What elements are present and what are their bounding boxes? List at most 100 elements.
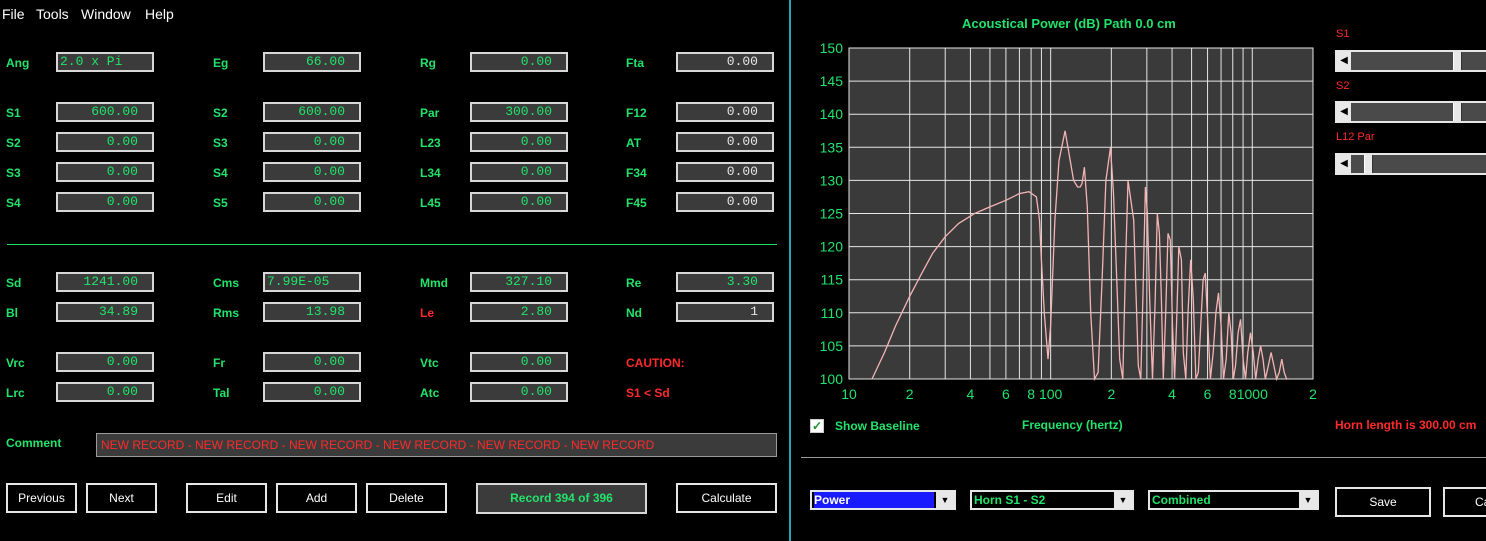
y-tick-label: 130 xyxy=(820,172,844,188)
field-re[interactable]: 3.30 xyxy=(676,272,774,292)
field-lrc[interactable]: 0.00 xyxy=(56,382,154,402)
slider-s1[interactable]: ◀ xyxy=(1335,50,1486,72)
slider-label-l12-par: L12 Par xyxy=(1336,131,1375,143)
chevron-down-icon[interactable]: ▼ xyxy=(1299,492,1317,508)
x-tick-label: 2 xyxy=(1107,386,1115,402)
label-at: AT xyxy=(626,136,642,150)
dropdown-horn[interactable]: Horn S1 - S2 ▼ xyxy=(970,490,1134,510)
label-s3-col2: S3 xyxy=(213,136,228,150)
save-button[interactable]: Save xyxy=(1335,487,1431,517)
field-s1[interactable]: 600.00 xyxy=(56,102,154,122)
slider-s2[interactable]: ◀ xyxy=(1335,101,1486,123)
delete-button[interactable]: Delete xyxy=(366,483,447,513)
x-tick-label: 100 xyxy=(1039,386,1063,402)
label-vrc: Vrc xyxy=(6,356,25,370)
chevron-down-icon[interactable]: ▼ xyxy=(936,492,954,508)
x-axis-label: Frequency (hertz) xyxy=(1022,418,1123,432)
cancel-button[interactable]: Ca xyxy=(1443,487,1486,517)
field-rms[interactable]: 13.98 xyxy=(263,302,361,322)
label-fta: Fta xyxy=(626,56,644,70)
label-eg: Eg xyxy=(213,56,229,70)
slider-thumb[interactable] xyxy=(1453,103,1463,121)
field-bl[interactable]: 34.89 xyxy=(56,302,154,322)
previous-button[interactable]: Previous xyxy=(6,483,77,513)
dropdown-combined[interactable]: Combined ▼ xyxy=(1148,490,1319,510)
chevron-down-icon[interactable]: ▼ xyxy=(1114,492,1132,508)
show-baseline-checkbox[interactable]: ✓ xyxy=(810,419,824,433)
label-comment: Comment xyxy=(6,436,62,450)
field-par[interactable]: 300.00 xyxy=(470,102,568,122)
field-s4[interactable]: 0.00 xyxy=(56,192,154,212)
field-mmd[interactable]: 327.10 xyxy=(470,272,568,292)
label-mmd: Mmd xyxy=(420,276,448,290)
slider-left-arrow-icon[interactable]: ◀ xyxy=(1337,103,1351,121)
y-tick-label: 120 xyxy=(820,239,844,255)
field-vtc[interactable]: 0.00 xyxy=(470,352,568,372)
label-par: Par xyxy=(420,106,440,120)
field-vrc[interactable]: 0.00 xyxy=(56,352,154,372)
slider-left-arrow-icon[interactable]: ◀ xyxy=(1337,52,1351,70)
label-tal: Tal xyxy=(213,386,230,400)
field-s2-col2[interactable]: 600.00 xyxy=(263,102,361,122)
slider-l12-par[interactable]: ◀ xyxy=(1335,153,1486,175)
menu-file[interactable]: File xyxy=(2,6,25,22)
label-f45: F45 xyxy=(626,196,647,210)
label-le: Le xyxy=(420,306,435,320)
field-at[interactable]: 0.00 xyxy=(676,132,774,152)
field-tal[interactable]: 0.00 xyxy=(263,382,361,402)
field-s2[interactable]: 0.00 xyxy=(56,132,154,152)
next-button[interactable]: Next xyxy=(86,483,157,513)
field-ang[interactable]: 2.0 x Pi xyxy=(56,52,154,72)
x-tick-label: 8 xyxy=(1027,386,1035,402)
label-s1: S1 xyxy=(6,106,21,120)
slider-thumb[interactable] xyxy=(1453,52,1463,70)
x-tick-label: 4 xyxy=(967,386,975,402)
field-fta[interactable]: 0.00 xyxy=(676,52,774,72)
field-s5-col2[interactable]: 0.00 xyxy=(263,192,361,212)
label-f12: F12 xyxy=(626,106,647,120)
label-s3: S3 xyxy=(6,166,21,180)
label-l23: L23 xyxy=(420,136,441,150)
x-tick-label: 8 xyxy=(1229,386,1237,402)
field-atc[interactable]: 0.00 xyxy=(470,382,568,402)
field-s3[interactable]: 0.00 xyxy=(56,162,154,182)
menu-help[interactable]: Help xyxy=(145,6,174,22)
calculate-button[interactable]: Calculate xyxy=(676,483,777,513)
slider-left-arrow-icon[interactable]: ◀ xyxy=(1337,155,1351,173)
field-s3-col2[interactable]: 0.00 xyxy=(263,132,361,152)
field-l34[interactable]: 0.00 xyxy=(470,162,568,182)
slider-label-s2: S2 xyxy=(1336,80,1350,92)
field-nd[interactable]: 1 xyxy=(676,302,774,322)
menu-tools[interactable]: Tools xyxy=(36,6,69,22)
field-fr[interactable]: 0.00 xyxy=(263,352,361,372)
x-tick-label: 6 xyxy=(1204,386,1212,402)
dropdown-plot-type[interactable]: Power ▼ xyxy=(810,490,956,510)
x-tick-label: 2 xyxy=(906,386,914,402)
label-s2: S2 xyxy=(6,136,21,150)
field-l23[interactable]: 0.00 xyxy=(470,132,568,152)
field-sd[interactable]: 1241.00 xyxy=(56,272,154,292)
field-f45[interactable]: 0.00 xyxy=(676,192,774,212)
field-s4-col2[interactable]: 0.00 xyxy=(263,162,361,182)
field-eg[interactable]: 66.00 xyxy=(263,52,361,72)
field-f34[interactable]: 0.00 xyxy=(676,162,774,182)
edit-button[interactable]: Edit xyxy=(186,483,267,513)
field-cms[interactable]: 7.99E-05 xyxy=(263,272,361,292)
x-tick-label: 4 xyxy=(1168,386,1176,402)
field-le[interactable]: 2.80 xyxy=(470,302,568,322)
x-tick-label: 1000 xyxy=(1237,386,1268,402)
section-divider xyxy=(7,244,777,245)
label-atc: Atc xyxy=(420,386,440,400)
add-button[interactable]: Add xyxy=(276,483,357,513)
field-rg[interactable]: 0.00 xyxy=(470,52,568,72)
y-tick-label: 150 xyxy=(820,40,844,56)
comment-field[interactable]: NEW RECORD - NEW RECORD - NEW RECORD - N… xyxy=(96,433,777,457)
label-ang: Ang xyxy=(6,56,30,70)
field-f12[interactable]: 0.00 xyxy=(676,102,774,122)
record-status: Record 394 of 396 xyxy=(476,483,647,514)
label-s2-col2: S2 xyxy=(213,106,228,120)
field-l45[interactable]: 0.00 xyxy=(470,192,568,212)
show-baseline-label: Show Baseline xyxy=(835,419,920,433)
slider-thumb[interactable] xyxy=(1364,155,1374,173)
menu-window[interactable]: Window xyxy=(81,6,131,22)
